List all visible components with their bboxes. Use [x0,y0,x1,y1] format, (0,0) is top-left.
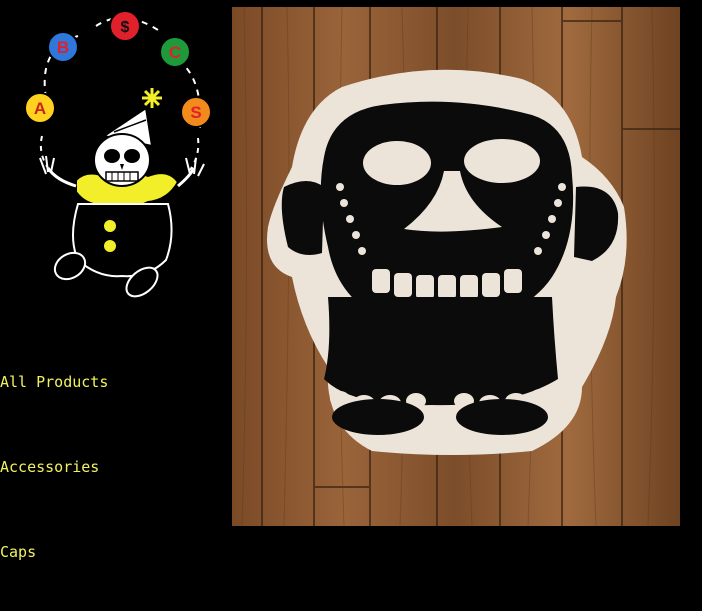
nav-link-accessories[interactable]: Accessories [0,458,99,476]
category-nav: All Products Accessories Caps [0,0,230,611]
nav-link-all-products[interactable]: All Products [0,373,108,391]
product-image[interactable] [232,7,680,526]
nav-link-caps[interactable]: Caps [0,543,36,561]
skull-pillow-photo [232,7,680,526]
